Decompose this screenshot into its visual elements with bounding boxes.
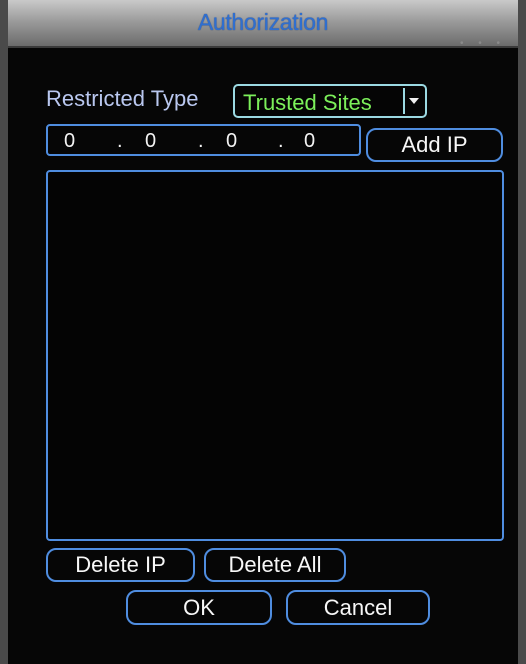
ok-button[interactable]: OK: [126, 590, 272, 625]
trusted-ip-list[interactable]: [46, 170, 504, 541]
authorization-dialog: Authorization • • • Restricted Type Trus…: [0, 0, 526, 664]
cancel-button[interactable]: Cancel: [286, 590, 430, 625]
title-bar: Authorization • • •: [8, 0, 518, 49]
ip-octet-4[interactable]: 0: [304, 130, 315, 153]
restricted-type-value: Trusted Sites: [243, 90, 372, 115]
ip-dot-separator-3: .: [278, 130, 284, 152]
restricted-type-select[interactable]: Trusted Sites: [233, 84, 427, 118]
ip-octet-1[interactable]: 0: [64, 130, 75, 153]
dialog-title: Authorization: [197, 9, 329, 35]
ip-octet-2[interactable]: 0: [145, 130, 156, 153]
delete-ip-button[interactable]: Delete IP: [46, 548, 195, 582]
ip-address-input[interactable]: 0 . 0 . 0 . 0: [46, 124, 361, 156]
delete-all-button[interactable]: Delete All: [204, 548, 346, 582]
chevron-down-icon[interactable]: [403, 88, 423, 114]
ip-dot-separator-2: .: [198, 130, 204, 152]
restricted-type-label: Restricted Type: [46, 86, 199, 111]
ip-octet-3[interactable]: 0: [226, 130, 237, 153]
add-ip-button[interactable]: Add IP: [366, 128, 503, 162]
ip-dot-separator-1: .: [117, 130, 123, 152]
title-bar-dots: • • •: [459, 38, 506, 49]
